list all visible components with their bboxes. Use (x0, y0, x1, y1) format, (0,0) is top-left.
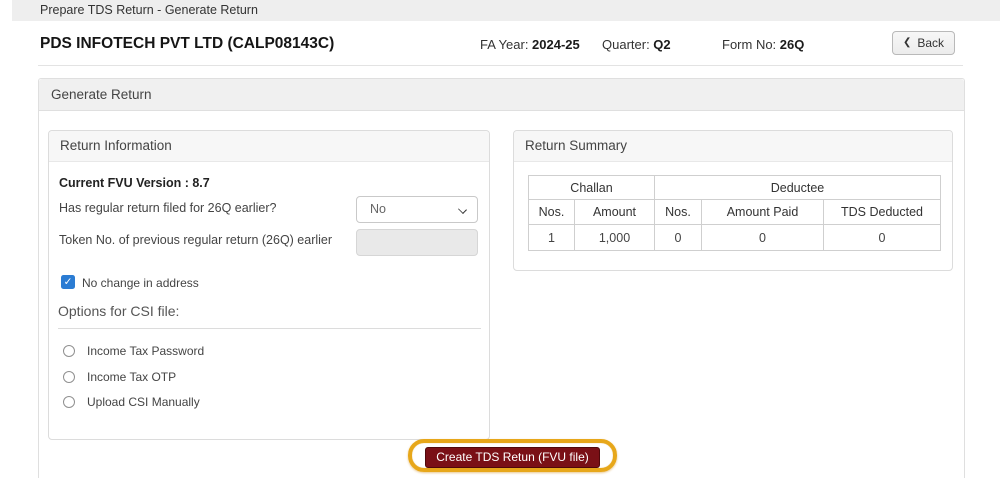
table-group-row: Challan Deductee (528, 175, 941, 200)
group-deductee: Deductee (654, 175, 941, 200)
radio-upload-csi-manually[interactable] (63, 396, 75, 408)
back-button-label: Back (917, 36, 945, 50)
radio-income-tax-otp[interactable] (63, 371, 75, 383)
radio-income-tax-otp-label: Income Tax OTP (87, 370, 177, 384)
quarter-value: Q2 (653, 37, 671, 52)
form-no: Form No: 26Q (722, 37, 804, 52)
fa-year-value: 2024-25 (532, 37, 580, 52)
cell-deductee-nos: 0 (654, 224, 702, 251)
regular-return-select[interactable]: No (356, 196, 478, 223)
chevron-down-icon (458, 205, 467, 214)
regular-return-select-value: No (370, 202, 386, 216)
chevron-left-icon: ❮ (902, 37, 912, 48)
return-information-title: Return Information (49, 131, 489, 162)
col-challan-nos: Nos. (528, 199, 575, 225)
table-row: 1 1,000 0 0 0 (528, 224, 941, 251)
radio-income-tax-password-label: Income Tax Password (87, 344, 205, 358)
csi-options-title: Options for CSI file: (58, 303, 180, 319)
col-tds-deducted: TDS Deducted (823, 199, 941, 225)
return-summary-panel: Return Summary Challan Deductee Nos. Amo… (513, 130, 953, 271)
token-input[interactable] (356, 229, 478, 256)
regular-return-question: Has regular return filed for 26Q earlier… (59, 201, 277, 215)
return-information-panel: Return Information Current FVU Version :… (48, 130, 490, 440)
token-label: Token No. of previous regular return (26… (59, 233, 333, 247)
table-header-row: Nos. Amount Nos. Amount Paid TDS Deducte… (528, 199, 941, 225)
group-challan: Challan (528, 175, 655, 200)
cell-amount-paid: 0 (701, 224, 824, 251)
cell-tds-deducted: 0 (823, 224, 941, 251)
no-change-address-checkbox[interactable]: ✓ (61, 275, 75, 289)
fa-year: FA Year: 2024-25 (480, 37, 580, 52)
quarter-label: Quarter: (602, 37, 654, 52)
no-change-address-label: No change in address (82, 276, 199, 290)
col-deductee-nos: Nos. (654, 199, 702, 225)
cell-challan-amount: 1,000 (574, 224, 655, 251)
generate-return-section-title: Generate Return (39, 79, 964, 111)
page-breadcrumb: Prepare TDS Return - Generate Return (40, 3, 258, 17)
radio-upload-csi-manually-label: Upload CSI Manually (87, 395, 200, 409)
create-tds-return-button[interactable]: Create TDS Retun (FVU file) (425, 447, 600, 468)
check-icon: ✓ (63, 276, 73, 288)
radio-income-tax-password[interactable] (63, 345, 75, 357)
return-summary-table: Challan Deductee Nos. Amount Nos. Amount… (528, 175, 941, 251)
return-summary-title: Return Summary (514, 131, 952, 162)
fvu-version-text: Current FVU Version : 8.7 (59, 176, 210, 190)
fa-year-label: FA Year: (480, 37, 533, 52)
form-no-value: 26Q (779, 37, 805, 52)
back-button[interactable]: ❮ Back (892, 31, 955, 55)
csi-divider (58, 328, 481, 329)
header-divider (38, 65, 963, 66)
window-title-bar: Prepare TDS Return - Generate Return (12, 0, 1000, 21)
col-amount-paid: Amount Paid (701, 199, 824, 225)
quarter: Quarter: Q2 (602, 37, 671, 52)
company-title: PDS INFOTECH PVT LTD (CALP08143C) (40, 35, 335, 52)
cell-challan-nos: 1 (528, 224, 575, 251)
form-no-label: Form No: (722, 37, 780, 52)
col-challan-amount: Amount (574, 199, 655, 225)
